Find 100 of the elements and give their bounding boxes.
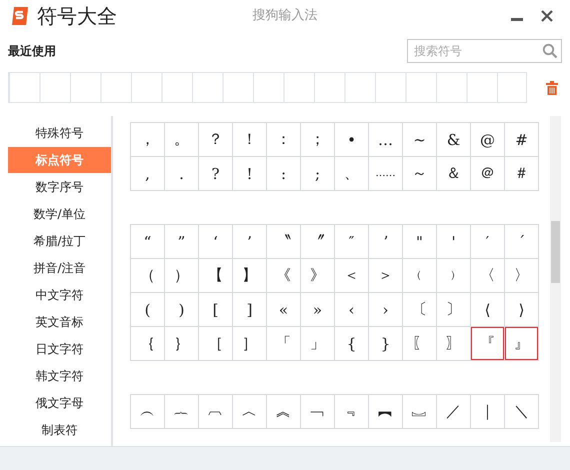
scrollbar[interactable] <box>550 116 561 442</box>
symbol-cell[interactable]: ‘ <box>198 224 232 258</box>
symbol-cell[interactable]: ＃ <box>504 156 538 190</box>
trash-icon[interactable] <box>546 80 558 94</box>
category-item[interactable]: 日文字符 <box>8 336 111 362</box>
symbol-cell[interactable]: ［ <box>198 326 232 360</box>
symbol-cell[interactable]: 〖 <box>402 326 436 360</box>
symbol-cell[interactable]: ⟨ <box>470 292 504 326</box>
category-item[interactable]: 数学/单位 <box>8 201 111 227</box>
symbol-cell[interactable]: 《 <box>266 258 300 292</box>
symbol-cell[interactable]: ｜ <box>470 394 504 428</box>
symbol-cell[interactable]: ﹃ <box>334 394 368 428</box>
symbol-cell[interactable]: … <box>368 122 402 156</box>
symbol-cell[interactable]: 〔 <box>402 292 436 326</box>
symbol-cell[interactable]: 〞 <box>300 224 334 258</box>
symbol-cell[interactable]: ︻ <box>368 394 402 428</box>
symbol-cell[interactable]: ／ <box>436 394 470 428</box>
symbol-cell[interactable]: ︽ <box>266 394 300 428</box>
category-item[interactable]: 中文字符 <box>8 282 111 308</box>
symbol-cell[interactable]: ʼ <box>368 224 402 258</box>
symbol-cell[interactable]: , <box>130 156 164 190</box>
symbol-cell[interactable]: ﹁ <box>300 394 334 428</box>
symbol-cell[interactable]: ″ <box>334 224 368 258</box>
symbol-cell[interactable]: ︷ <box>164 394 198 428</box>
symbol-cell[interactable]: ‹ <box>334 292 368 326</box>
symbol-cell[interactable]: ” <box>164 224 198 258</box>
symbol-cell[interactable]: ＜ <box>334 258 368 292</box>
symbol-cell[interactable]: . <box>164 156 198 190</box>
symbol-cell[interactable]: • <box>334 122 368 156</box>
symbol-cell[interactable]: ＆ <box>436 156 470 190</box>
symbol-cell[interactable]: 」 <box>300 326 334 360</box>
symbol-cell[interactable]: ( <box>130 292 164 326</box>
symbol-cell[interactable]: 、 <box>334 156 368 190</box>
symbol-cell[interactable]: ︵ <box>130 394 164 428</box>
symbol-cell[interactable]: ＞ <box>368 258 402 292</box>
symbol-cell[interactable]: ︹ <box>198 394 232 428</box>
symbol-cell[interactable]: ＠ <box>470 156 504 190</box>
category-item[interactable]: 特殊符号 <box>8 120 111 146</box>
symbol-cell[interactable]: # <box>504 122 538 156</box>
symbol-cell[interactable]: ｛ <box>130 326 164 360</box>
category-item[interactable]: 英文音标 <box>8 309 111 335</box>
symbol-cell[interactable]: 『 <box>470 326 504 360</box>
symbol-cell[interactable]: " <box>402 224 436 258</box>
symbol-cell[interactable]: ︿ <box>232 394 266 428</box>
symbol-cell[interactable]: “ <box>130 224 164 258</box>
category-item[interactable]: 俄文字母 <box>8 390 111 416</box>
symbol-cell[interactable]: 》 <box>300 258 334 292</box>
symbol-cell[interactable]: 〉 <box>504 258 538 292</box>
category-item[interactable]: 数字序号 <box>8 174 111 200</box>
symbol-cell[interactable]: ！ <box>232 122 266 156</box>
symbol-cell[interactable]: } <box>368 326 402 360</box>
symbol-cell[interactable]: ， <box>130 122 164 156</box>
symbol-cell[interactable]: ˊ <box>504 224 538 258</box>
symbol-cell[interactable]: { <box>334 326 368 360</box>
symbol-cell[interactable]: ？ <box>198 122 232 156</box>
symbol-cell[interactable]: ） <box>164 258 198 292</box>
symbol-cell[interactable]: ’ <box>232 224 266 258</box>
symbol-cell[interactable]: …… <box>368 156 402 190</box>
symbol-cell[interactable]: & <box>436 122 470 156</box>
symbol-cell[interactable]: ~ <box>402 122 436 156</box>
symbol-cell[interactable]: 〈 <box>470 258 504 292</box>
symbol-cell[interactable]: 〝 <box>266 224 300 258</box>
symbol-cell[interactable]: ; <box>300 156 334 190</box>
symbol-cell[interactable]: ］ <box>232 326 266 360</box>
category-item[interactable]: 制表符 <box>8 417 111 443</box>
symbol-cell[interactable]: ' <box>436 224 470 258</box>
symbol-cell[interactable]: ： <box>266 122 300 156</box>
symbol-cell[interactable]: ? <box>198 156 232 190</box>
search-field[interactable]: 搜索符号 <box>407 39 562 63</box>
symbol-cell[interactable]: 【 <box>198 258 232 292</box>
symbol-cell[interactable]: ﹙ <box>402 258 436 292</box>
symbol-cell[interactable]: @ <box>470 122 504 156</box>
symbol-cell[interactable]: ] <box>232 292 266 326</box>
symbol-cell[interactable]: ⟩ <box>504 292 538 326</box>
symbol-cell[interactable]: 〕 <box>436 292 470 326</box>
symbol-cell[interactable]: » <box>300 292 334 326</box>
symbol-cell[interactable]: ) <box>164 292 198 326</box>
symbol-cell[interactable]: 』 <box>504 326 538 360</box>
symbol-cell[interactable]: 〗 <box>436 326 470 360</box>
symbol-cell[interactable]: ； <box>300 122 334 156</box>
symbol-cell[interactable]: （ <box>130 258 164 292</box>
symbol-cell[interactable]: ｝ <box>164 326 198 360</box>
window-title: 符号大全 <box>37 2 117 30</box>
category-item[interactable]: 希腊/拉丁 <box>8 228 111 254</box>
symbol-cell[interactable]: « <box>266 292 300 326</box>
symbol-cell[interactable]: ＼ <box>504 394 538 428</box>
symbol-cell[interactable]: ︗ <box>402 394 436 428</box>
symbol-cell[interactable]: 。 <box>164 122 198 156</box>
symbol-cell[interactable]: ! <box>232 156 266 190</box>
category-item[interactable]: 韩文字符 <box>8 363 111 389</box>
symbol-cell[interactable]: › <box>368 292 402 326</box>
symbol-cell[interactable]: : <box>266 156 300 190</box>
symbol-cell[interactable]: [ <box>198 292 232 326</box>
symbol-cell[interactable]: ′ <box>470 224 504 258</box>
category-item[interactable]: 拼音/注音 <box>8 255 111 281</box>
symbol-cell[interactable]: ﹚ <box>436 258 470 292</box>
scrollbar-thumb[interactable] <box>551 221 560 283</box>
symbol-cell[interactable]: 】 <box>232 258 266 292</box>
symbol-cell[interactable]: 「 <box>266 326 300 360</box>
symbol-cell[interactable]: ～ <box>402 156 436 190</box>
